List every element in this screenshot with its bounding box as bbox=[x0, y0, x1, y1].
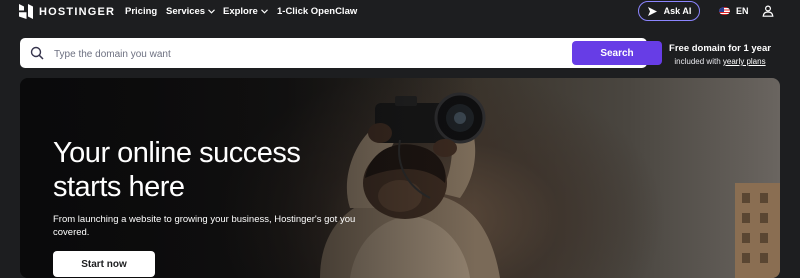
yearly-plans-link[interactable]: yearly plans bbox=[723, 57, 766, 66]
ask-ai-button[interactable]: Ask AI bbox=[638, 1, 700, 21]
brand-logo[interactable]: HOSTINGER bbox=[19, 4, 115, 19]
nav-link-openclaw[interactable]: 1-Click OpenClaw bbox=[277, 6, 357, 17]
search-button[interactable]: Search bbox=[572, 41, 662, 65]
promo-title: Free domain for 1 year bbox=[669, 43, 771, 54]
language-selector[interactable]: EN bbox=[719, 6, 749, 16]
hero-title: Your online success starts here bbox=[53, 137, 301, 203]
nav-link-label: 1-Click OpenClaw bbox=[277, 6, 358, 17]
start-now-button[interactable]: Start now bbox=[53, 251, 155, 277]
promo-subtitle: included with yearly plans bbox=[660, 57, 780, 66]
nav-link-label: Explore bbox=[223, 6, 258, 17]
hero-subtitle: From launching a website to growing your… bbox=[53, 214, 356, 238]
free-domain-promo: Free domain for 1 year included with yea… bbox=[660, 43, 780, 66]
user-icon[interactable] bbox=[762, 5, 774, 17]
search-icon bbox=[30, 46, 44, 60]
domain-search-input[interactable] bbox=[52, 43, 556, 65]
top-nav: HOSTINGER Pricing Services Explore 1-Cli… bbox=[0, 0, 800, 24]
domain-search-bar: Search bbox=[20, 38, 662, 68]
chevron-down-icon bbox=[260, 9, 268, 14]
brand-name: HOSTINGER bbox=[39, 5, 116, 18]
sparkle-icon bbox=[647, 6, 657, 16]
us-flag-icon bbox=[719, 7, 730, 15]
nav-link-pricing[interactable]: Pricing bbox=[125, 6, 157, 17]
nav-link-label: Services bbox=[166, 6, 206, 17]
hero-banner: Your online success starts here From lau… bbox=[20, 78, 780, 278]
ask-ai-label: Ask AI bbox=[663, 6, 692, 16]
nav-link-services[interactable]: Services bbox=[166, 6, 215, 17]
nav-link-explore[interactable]: Explore bbox=[223, 6, 268, 17]
hostinger-logo-icon bbox=[19, 4, 33, 19]
nav-link-label: Pricing bbox=[125, 6, 158, 17]
chevron-down-icon bbox=[208, 9, 215, 14]
promo-subtitle-text: included with bbox=[674, 57, 721, 66]
language-label: EN bbox=[736, 6, 749, 16]
